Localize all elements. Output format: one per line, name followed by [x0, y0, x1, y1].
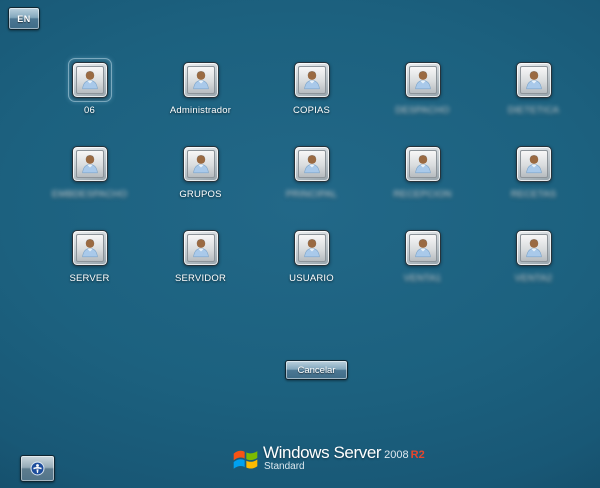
user-tile-label: Administrador — [170, 105, 231, 116]
user-silhouette-icon — [298, 150, 326, 178]
user-tile-label: RECEPCION — [393, 189, 451, 200]
user-tile-frame — [516, 146, 552, 182]
user-silhouette-icon — [76, 234, 104, 262]
user-tile-frame — [294, 146, 330, 182]
user-silhouette-icon — [187, 150, 215, 178]
user-tile[interactable]: USUARIO — [256, 223, 367, 307]
user-tile[interactable]: VENTA2 — [478, 223, 589, 307]
user-tile-label: EMBDESPACHO — [52, 189, 127, 200]
user-tile-frame — [72, 146, 108, 182]
user-tile-row: EMBDESPACHO GRUPOS — [34, 139, 589, 223]
user-tile-selection-ring — [290, 142, 334, 186]
user-silhouette-icon — [520, 234, 548, 262]
user-tile-row: 06 Administrador — [34, 55, 589, 139]
user-tile-frame — [405, 146, 441, 182]
logo-product-name: Windows Server — [263, 444, 381, 461]
user-tile[interactable]: GRUPOS — [145, 139, 256, 223]
user-tile-selection-ring — [512, 58, 556, 102]
user-silhouette-icon — [520, 150, 548, 178]
user-silhouette-icon — [409, 234, 437, 262]
logon-screen: EN 06 — [0, 0, 600, 488]
user-tile-label: VENTA1 — [404, 273, 441, 284]
user-tile-frame — [516, 230, 552, 266]
user-tile-selection-ring — [401, 58, 445, 102]
user-tile-row: SERVER SERVIDOR — [34, 223, 589, 307]
windows-server-logo: Windows Server 2008 R2 Standard — [232, 444, 425, 473]
user-tile-selection-ring — [290, 58, 334, 102]
user-tile-frame — [183, 146, 219, 182]
user-tile-selection-ring — [68, 226, 112, 270]
user-tile-frame — [72, 62, 108, 98]
user-tile-selection-ring — [179, 226, 223, 270]
user-tile[interactable]: COPIAS — [256, 55, 367, 139]
user-tile-selection-ring — [68, 142, 112, 186]
user-tile[interactable]: 06 — [34, 55, 145, 139]
user-tile[interactable]: SERVIDOR — [145, 223, 256, 307]
user-tile-frame — [405, 62, 441, 98]
user-tile-label: COPIAS — [293, 105, 330, 116]
user-tile-frame — [516, 62, 552, 98]
user-tile-grid: 06 Administrador — [34, 55, 589, 307]
user-tile[interactable]: PRINCIPAL — [256, 139, 367, 223]
user-tile-label: DESPACHO — [395, 105, 449, 116]
user-tile[interactable]: RECETAS — [478, 139, 589, 223]
user-silhouette-icon — [76, 150, 104, 178]
user-tile-frame — [183, 230, 219, 266]
user-tile-selection-ring — [512, 226, 556, 270]
user-tile-label: RECETAS — [511, 189, 557, 200]
user-tile-frame — [183, 62, 219, 98]
user-tile-frame — [294, 230, 330, 266]
logo-year: 2008 — [384, 450, 408, 461]
user-tile-selection-ring — [179, 58, 223, 102]
user-silhouette-icon — [187, 66, 215, 94]
user-tile-selection-ring — [512, 142, 556, 186]
cancel-button[interactable]: Cancelar — [285, 360, 348, 380]
user-tile-label: SERVIDOR — [175, 273, 226, 284]
user-tile-label: SERVER — [69, 273, 109, 284]
windows-flag-icon — [232, 446, 259, 473]
user-silhouette-icon — [520, 66, 548, 94]
user-tile-label: PRINCIPAL — [286, 189, 337, 200]
user-tile[interactable]: DIETETICA — [478, 55, 589, 139]
user-tile[interactable]: DESPACHO — [367, 55, 478, 139]
user-tile-label: DIETETICA — [508, 105, 559, 116]
user-tile-selection-ring — [401, 226, 445, 270]
user-silhouette-icon — [76, 66, 104, 94]
logo-revision: R2 — [411, 450, 425, 461]
user-tile-selection-ring — [401, 142, 445, 186]
language-button[interactable]: EN — [8, 7, 40, 30]
language-button-label: EN — [17, 14, 31, 24]
user-silhouette-icon — [298, 234, 326, 262]
user-silhouette-icon — [298, 66, 326, 94]
user-silhouette-icon — [187, 234, 215, 262]
user-tile-frame — [405, 230, 441, 266]
cancel-button-label: Cancelar — [297, 365, 335, 376]
user-tile[interactable]: Administrador — [145, 55, 256, 139]
user-tile[interactable]: RECEPCION — [367, 139, 478, 223]
user-tile-label: VENTA2 — [515, 273, 552, 284]
user-tile-label: 06 — [84, 105, 95, 116]
user-silhouette-icon — [409, 66, 437, 94]
user-tile-selection-ring — [68, 58, 112, 102]
ease-of-access-icon — [30, 461, 45, 476]
user-tile-label: GRUPOS — [179, 189, 221, 200]
logo-edition: Standard — [264, 462, 425, 472]
user-tile-frame — [294, 62, 330, 98]
user-silhouette-icon — [409, 150, 437, 178]
user-tile-selection-ring — [290, 226, 334, 270]
user-tile-label: USUARIO — [289, 273, 334, 284]
user-tile-frame — [72, 230, 108, 266]
user-tile[interactable]: EMBDESPACHO — [34, 139, 145, 223]
user-tile[interactable]: SERVER — [34, 223, 145, 307]
user-tile[interactable]: VENTA1 — [367, 223, 478, 307]
user-tile-selection-ring — [179, 142, 223, 186]
ease-of-access-button[interactable] — [20, 455, 55, 482]
